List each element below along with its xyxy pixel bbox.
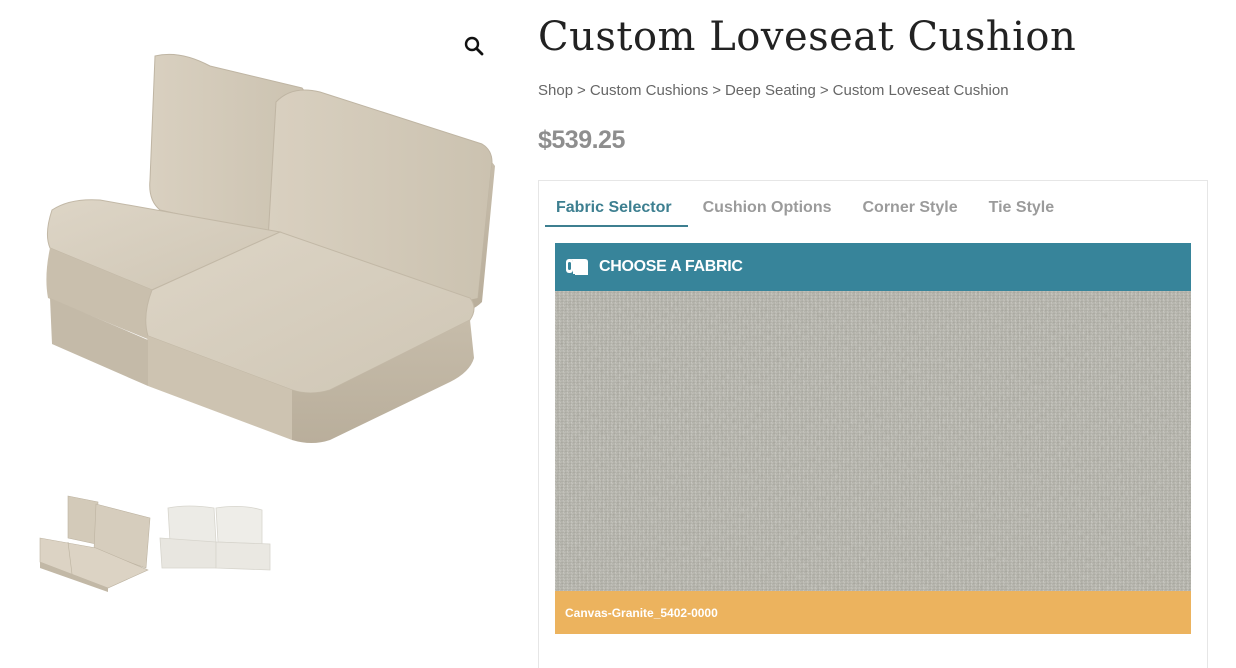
fabric-roll-icon	[566, 259, 588, 275]
breadcrumb-link-deep-seating[interactable]: Deep Seating	[725, 82, 816, 99]
product-title: Custom Loveseat Cushion	[538, 14, 1077, 60]
options-tabs: Fabric Selector Cushion Options Corner S…	[545, 193, 1070, 227]
tab-cushion-options[interactable]: Cushion Options	[692, 193, 848, 227]
selected-fabric-name: Canvas-Granite_5402-0000	[555, 591, 1191, 634]
breadcrumb-link-shop[interactable]: Shop	[538, 82, 573, 99]
thumbnail-beige-cushion-set[interactable]	[38, 488, 154, 592]
fabric-swatch-preview[interactable]	[555, 291, 1191, 591]
tab-corner-style[interactable]: Corner Style	[851, 193, 973, 227]
breadcrumb-link-custom-cushions[interactable]: Custom Cushions	[590, 82, 708, 99]
choose-fabric-button[interactable]: CHOOSE A FABRIC	[555, 243, 1191, 291]
tab-tie-style[interactable]: Tie Style	[978, 193, 1071, 227]
tab-fabric-selector[interactable]: Fabric Selector	[545, 193, 688, 227]
thumbnail-white-cushion-set[interactable]	[158, 488, 274, 592]
breadcrumb-current-page: Custom Loveseat Cushion	[832, 82, 1009, 99]
product-gallery	[0, 0, 510, 668]
product-price: $539.25	[538, 126, 625, 154]
product-options-panel: Fabric Selector Cushion Options Corner S…	[538, 180, 1208, 668]
breadcrumb-separator: >	[712, 82, 721, 99]
breadcrumb-separator: >	[577, 82, 586, 99]
main-product-image[interactable]	[30, 40, 500, 460]
breadcrumb: Shop > Custom Cushions > Deep Seating > Custom…	[538, 82, 1009, 99]
breadcrumb-separator: >	[819, 82, 829, 99]
choose-fabric-label: CHOOSE A FABRIC	[599, 258, 743, 275]
